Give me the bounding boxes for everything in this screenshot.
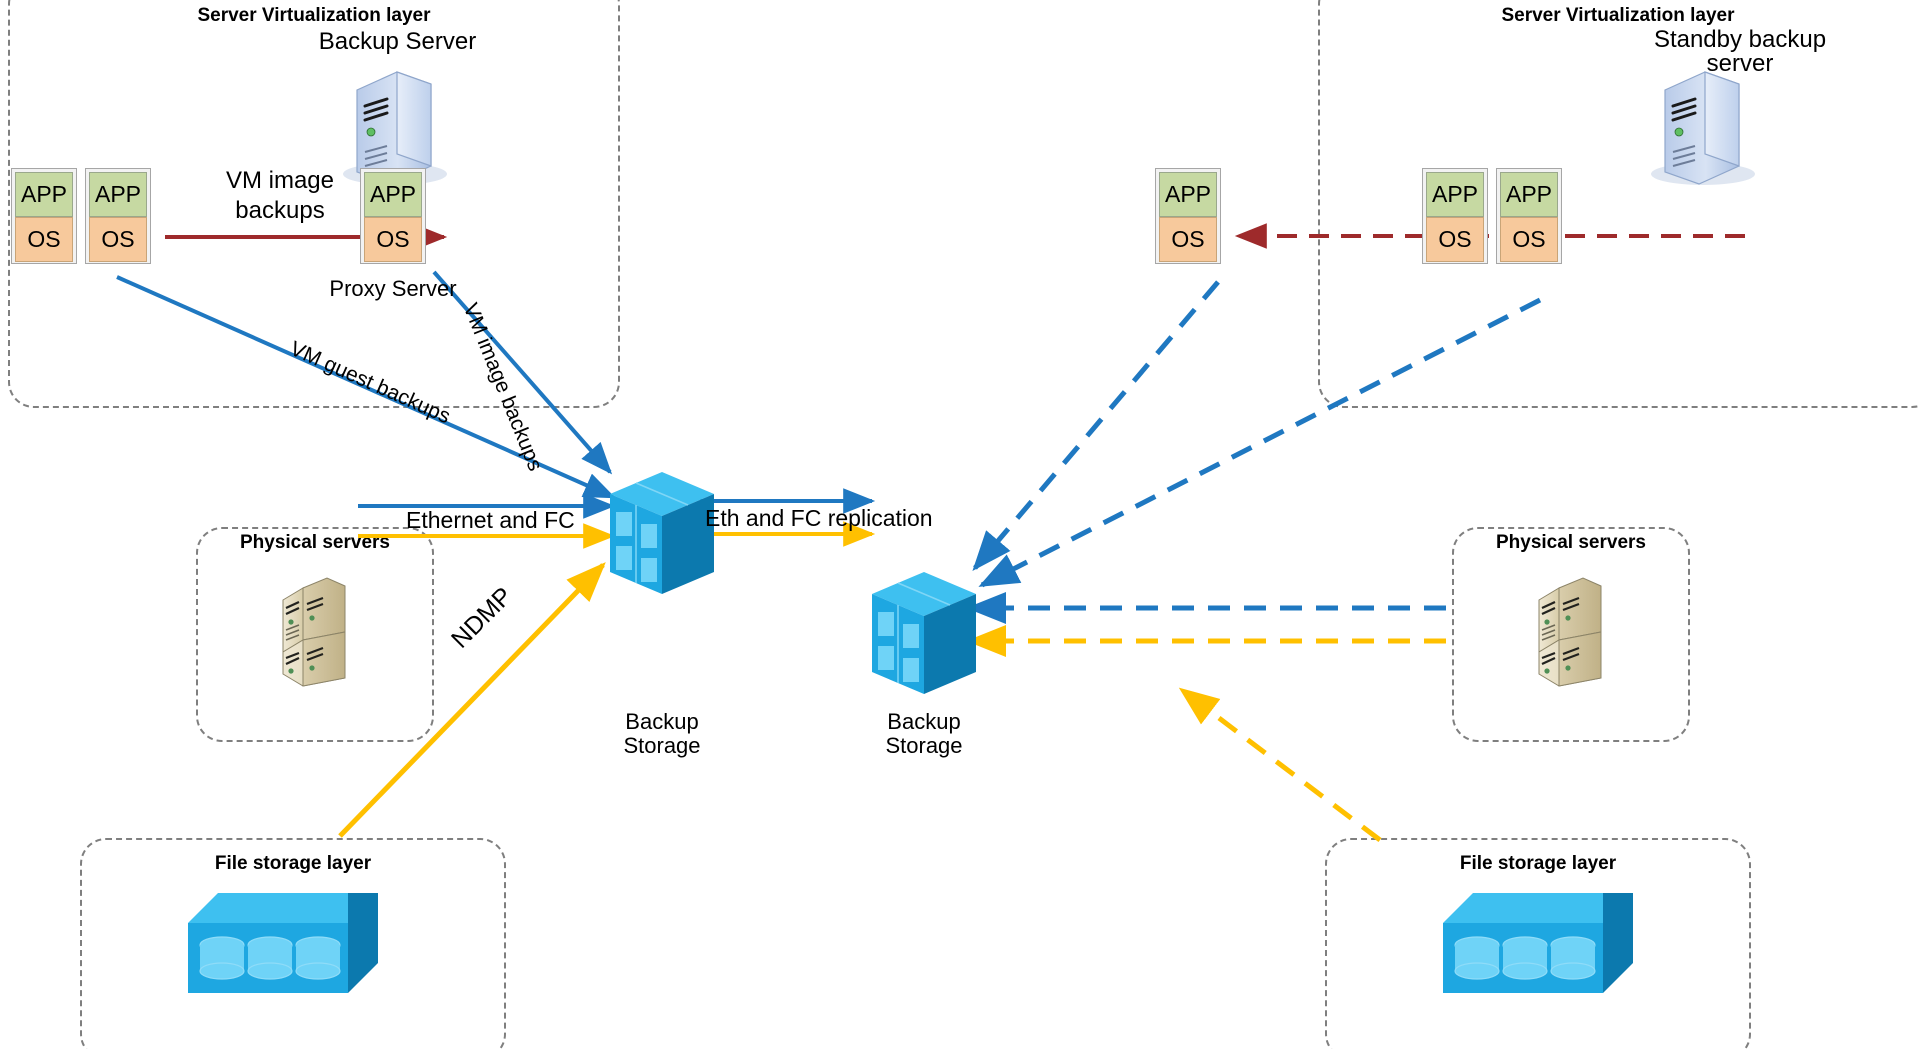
right-restored-vm-app: APP [1159, 172, 1217, 217]
left-vm-2-os: OS [89, 217, 147, 262]
edge-label-vm-image-backups-line1: VM image [225, 167, 335, 194]
left-proxy-server-caption: Proxy Server [329, 276, 457, 301]
right-source-vm-2-app: APP [1500, 172, 1558, 217]
right-physical-servers-icon [1538, 577, 1602, 687]
edge-label-eth-fc-replication: Eth and FC replication [705, 505, 933, 531]
edge-label-vm-image-backups-line2: backups [235, 197, 325, 224]
right-standby-backup-server-icon [1651, 71, 1755, 185]
left-vm-1-os: OS [15, 217, 73, 262]
connector-layer [116, 71, 1755, 993]
right-restored-vm-os: OS [1159, 217, 1217, 262]
left-vm-1: APP OS [11, 168, 77, 264]
right-standby-server-label-line2: server [1706, 50, 1774, 77]
diagram-canvas: Server Virtualization layer Physical ser… [0, 0, 1920, 1049]
left-vm-1-app: APP [15, 172, 73, 217]
left-physical-servers-icon [282, 577, 346, 687]
arrow-right-ndmp-yellow-dashed [1178, 687, 1382, 842]
left-backup-server-label: Backup Server [318, 28, 477, 55]
left-vm-2: APP OS [85, 168, 151, 264]
right-source-vm-1-os: OS [1426, 217, 1484, 262]
right-backup-storage-caption-line1: Backup [887, 709, 961, 734]
left-vm-2-app: APP [89, 172, 147, 217]
right-source-vm-1-app: APP [1426, 172, 1484, 217]
right-backup-storage-icon [872, 572, 976, 694]
arrow-restore-blue-dashed-lower [978, 297, 1542, 588]
edge-label-ethernet-and-fc: Ethernet and FC [406, 507, 575, 533]
arrow-restore-blue-dashed-upper [972, 280, 1220, 572]
right-backup-storage-caption-line2: Storage [885, 733, 963, 758]
left-backup-storage-caption-line1: Backup [625, 709, 699, 734]
left-backup-storage-caption-line2: Storage [623, 733, 701, 758]
left-backup-storage-icon [610, 472, 714, 594]
right-restored-vm: APP OS [1155, 168, 1221, 264]
right-source-vm-2: APP OS [1496, 168, 1562, 264]
arrow-ndmp [338, 562, 606, 838]
right-source-vm-1: APP OS [1422, 168, 1488, 264]
left-file-storage-icon [188, 893, 378, 993]
right-file-storage-icon [1443, 893, 1633, 993]
right-source-vm-2-os: OS [1500, 217, 1558, 262]
